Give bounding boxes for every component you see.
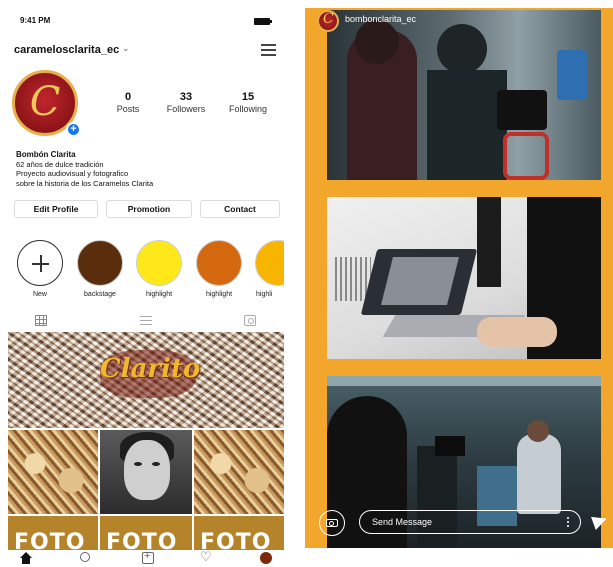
search-icon[interactable] [80,552,90,562]
chevron-down-icon[interactable]: ⌄ [122,43,130,54]
story-photo-laptop [327,197,601,359]
promotion-button[interactable]: Promotion [106,200,192,218]
more-options-icon[interactable] [567,517,570,527]
add-post-icon[interactable] [142,550,154,564]
highlight-cover[interactable] [255,240,284,286]
list-view-icon[interactable] [140,315,152,326]
tagged-photos-icon[interactable] [244,315,256,326]
ceiling-light [327,376,601,386]
avatar-logo-letter: C [323,11,334,27]
post-tile-food[interactable] [8,430,98,514]
profile-bio: Bombón Clarita 62 años de dulce tradició… [16,150,276,188]
story-photo-filming [327,10,601,180]
highlight-item[interactable]: highli [252,240,284,298]
stat-posts[interactable]: 0 Posts [98,91,158,114]
add-story-plus-icon[interactable]: + [66,122,81,137]
stat-followers-label: Followers [166,104,206,114]
highlight-label: highlight [205,291,233,298]
bio-name: Bombón Clarita [16,150,76,159]
send-icon[interactable] [591,512,609,530]
stat-posts-label: Posts [116,104,140,114]
highlight-cover[interactable] [77,240,123,286]
person-silhouette [427,70,507,180]
home-icon[interactable] [20,552,32,564]
bio-line: sobre la historia de los Caramelos Clari… [16,178,154,188]
profile-header: caramelosclarita_ec ⌄ [14,42,280,60]
contact-button[interactable]: Contact [200,200,280,218]
portrait-eye [152,462,160,466]
stat-following-label: Following [228,104,268,114]
bio-line: Proyecto audiovisual y fotografico [16,169,129,178]
add-highlight-plus-icon[interactable] [17,240,63,286]
edit-profile-button[interactable]: Edit Profile [14,200,98,218]
story-viewer: C bombonclarita_ec [305,8,613,548]
highlight-label: backstage [84,291,116,298]
bio-line: 62 años de dulce tradición [16,159,104,169]
post-tile-text: FOTO [200,530,272,550]
interviewee [517,434,561,514]
brand-logo-text: Clarito [100,354,201,384]
post-banner-caramels[interactable]: Clarito [8,332,284,428]
highlight-backstage[interactable]: backstage [74,240,126,298]
highlight-label: New [32,291,47,298]
status-bar: 9:41 PM [8,14,284,30]
portrait-face [124,440,170,500]
portrait-eye [134,462,142,466]
highlight-new[interactable]: New [14,240,66,298]
story-header: C bombonclarita_ec [309,10,609,32]
stat-following[interactable]: 15 Following [218,91,278,114]
stat-followers[interactable]: 33 Followers [156,91,216,114]
hand-shape [477,317,557,347]
post-tile-text: FOTO [106,530,178,550]
highlight-item[interactable]: highlight [193,240,245,298]
post-grid: Clarito FOTO FOTO FOTO [8,332,284,550]
stat-followers-value: 33 [179,91,193,103]
profile-actions: Edit Profile Promotion Contact [14,200,280,220]
story-username[interactable]: bombonclarita_ec [345,14,416,24]
post-tile-foto[interactable]: FOTO [100,516,192,550]
highlight-cover[interactable] [196,240,242,286]
highlight-cover[interactable] [136,240,182,286]
camera-lens-icon [329,521,334,526]
heart-icon[interactable]: ♡ [200,550,212,564]
avatar-logo-letter: C [29,79,61,125]
send-message-input[interactable] [359,510,581,534]
bottom-nav: ♡ [8,550,284,564]
post-tile-text: FOTO [14,530,86,550]
stat-posts-value: 0 [124,91,132,103]
laptop-display [381,257,459,305]
tripod-camera [477,197,501,287]
highlight-label: highlight [145,291,173,298]
battery-icon [254,18,272,25]
post-tile-foto[interactable]: FOTO [194,516,284,550]
camera-shape [435,436,465,456]
highlight-label: highli [256,291,273,298]
profile-screen: 9:41 PM caramelosclarita_ec ⌄ C + 0 Post… [8,8,284,564]
status-time: 9:41 PM [20,16,51,25]
story-reply-bar [305,506,613,538]
post-tile-foto[interactable]: FOTO [8,516,98,550]
profile-avatar[interactable]: C + [12,70,81,138]
stat-following-value: 15 [241,91,255,103]
highlight-item[interactable]: highlight [133,240,185,298]
story-avatar[interactable]: C [317,10,339,32]
camera-button[interactable] [319,510,345,536]
profile-stats: 0 Posts 33 Followers 15 Following [98,91,278,121]
camera-shape [497,90,547,130]
grid-view-icon[interactable] [35,315,47,326]
profile-tabs [8,312,284,330]
machine-shape [557,50,587,100]
chair-shape [503,132,549,180]
post-tile-food[interactable] [194,430,284,514]
profile-username[interactable]: caramelosclarita_ec [14,44,119,56]
profile-avatar-icon[interactable] [260,552,272,564]
menu-icon[interactable] [261,44,276,56]
post-tile-portrait[interactable] [100,430,192,514]
interviewee-head [527,420,549,442]
story-highlights: New backstage highlight highlight highli [8,240,284,302]
